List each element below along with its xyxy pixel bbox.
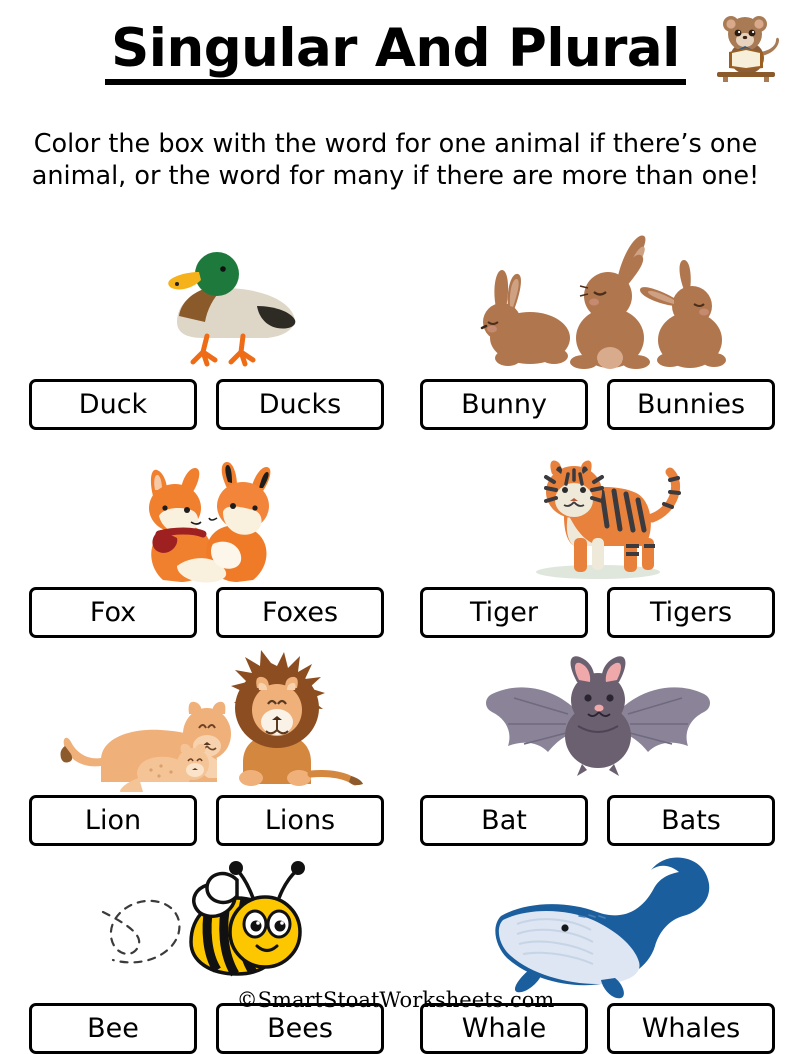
lions-illustration [29,642,384,792]
instructions-text: Color the box with the word for one anim… [31,129,760,191]
whale-illustration [420,850,775,1000]
word-choice-group: Duck Ducks [29,379,384,430]
activity-item-whale: Whale Whales [420,846,775,1054]
bunnies-illustration [420,226,775,376]
page-title: Singular And Plural [0,22,791,85]
word-box-plural[interactable]: Bats [607,795,775,846]
word-choice-group: Lion Lions [29,795,384,846]
tiger-illustration [420,434,775,584]
bat-illustration [420,642,775,792]
word-box-singular[interactable]: Duck [29,379,197,430]
word-box-singular[interactable]: Bunny [420,379,588,430]
word-box-plural[interactable]: Tigers [607,587,775,638]
activity-row: Bee Bees Whale Whales [0,846,791,1054]
activity-item-bunny: Bunny Bunnies [420,222,775,430]
word-choice-group: Bat Bats [420,795,775,846]
activity-item-duck: Duck Ducks [29,222,384,430]
word-box-plural[interactable]: Foxes [216,587,384,638]
activity-item-bee: Bee Bees [29,846,384,1054]
activity-item-bat: Bat Bats [420,638,775,846]
bee-illustration [29,850,384,1000]
activity-row: Fox Foxes Tiger Tigers [0,430,791,638]
word-box-singular[interactable]: Fox [29,587,197,638]
word-box-singular[interactable]: Tiger [420,587,588,638]
word-choice-group: Tiger Tigers [420,587,775,638]
foxes-illustration [29,434,384,584]
word-choice-group: Bunny Bunnies [420,379,775,430]
activity-item-lion: Lion Lions [29,638,384,846]
word-box-plural[interactable]: Ducks [216,379,384,430]
activity-grid: Duck Ducks Bunny Bunnies Fox Foxes Tiger… [0,222,791,1054]
word-box-plural[interactable]: Lions [216,795,384,846]
word-choice-group: Fox Foxes [29,587,384,638]
page-title-text: Singular And Plural [105,22,686,85]
activity-item-fox: Fox Foxes [29,430,384,638]
duck-illustration [29,226,384,376]
footer-credit: ©SmartStoatWorksheets.com [236,988,555,1012]
activity-row: Duck Ducks Bunny Bunnies [0,222,791,430]
activity-row: Lion Lions Bat Bats [0,638,791,846]
worksheet-page: Singular And Plural Color the box with t… [0,0,791,1054]
word-box-singular[interactable]: Lion [29,795,197,846]
activity-item-tiger: Tiger Tigers [420,430,775,638]
word-box-singular[interactable]: Bat [420,795,588,846]
word-box-plural[interactable]: Bunnies [607,379,775,430]
